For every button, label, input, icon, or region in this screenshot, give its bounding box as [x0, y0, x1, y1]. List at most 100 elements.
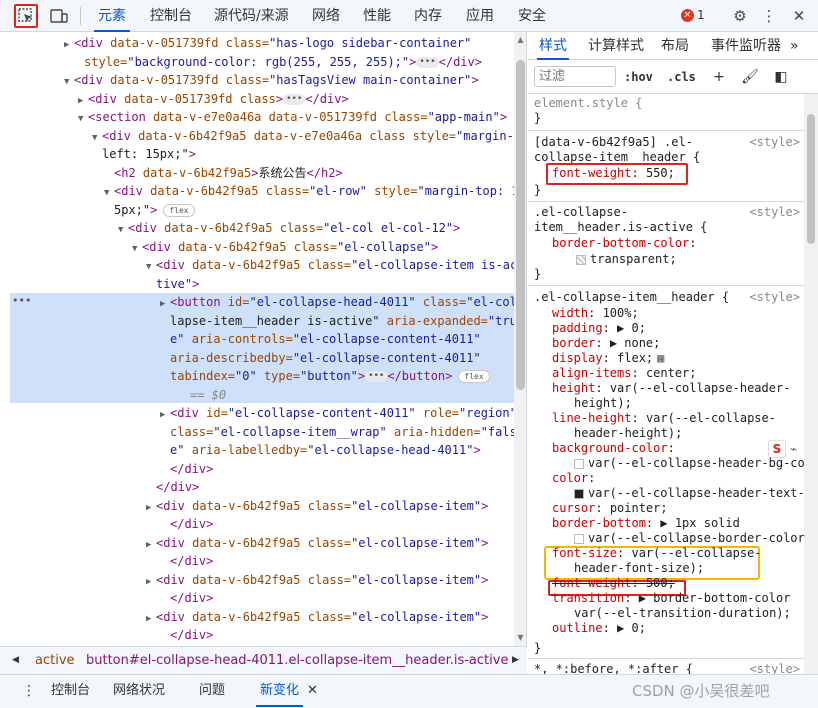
rule3-decl[interactable]: width: 100%; [552, 306, 818, 321]
transparent-swatch-icon[interactable] [576, 254, 586, 265]
breadcrumb-next-icon[interactable]: ▶ [512, 647, 519, 674]
tab-application[interactable]: 应用 [466, 0, 494, 32]
more-tabs-icon[interactable]: » [790, 32, 799, 60]
dom-node-line[interactable]: ▼ <div data-v-6b42f9a5 class="el-collapse… [132, 238, 526, 256]
error-counter[interactable]: ✕ 1 [681, 8, 705, 22]
scroll-down-icon[interactable]: ▼ [514, 632, 526, 644]
expand-right-icon[interactable]: ▶ [160, 406, 170, 424]
element-style-selector[interactable]: element.style { [534, 96, 800, 111]
rule3-decl[interactable]: border: ▶ none; [552, 336, 818, 351]
hover-state-button[interactable]: :hov [624, 66, 653, 88]
rule2-decl[interactable]: border-bottom-color: [552, 236, 818, 251]
tab-memory[interactable]: 内存 [414, 0, 442, 32]
dom-node-line[interactable]: == $0 [180, 386, 526, 404]
tab-elements[interactable]: 元素 [94, 0, 130, 32]
rule3-decl[interactable]: var(--el-collapse-border-color [574, 531, 818, 546]
expand-right-icon[interactable]: ▶ [64, 36, 74, 54]
flex-badge[interactable]: flex [163, 203, 195, 217]
rule3-decl[interactable]: transition: ▶ border-bottom-color [552, 591, 818, 606]
rule3-decl[interactable]: height: var(--el-collapse-header- [552, 381, 818, 396]
expand-right-icon[interactable]: ▶ [160, 295, 170, 313]
styles-scroll-thumb[interactable] [807, 114, 815, 244]
rule3-decl[interactable]: var(--el-collapse-header-bg-co [574, 456, 818, 471]
flexbox-editor-icon[interactable]: ▦ [657, 351, 664, 365]
expand-right-icon[interactable]: ▶ [146, 536, 156, 554]
class-toggle-button[interactable]: .cls [667, 66, 696, 88]
dom-node-line[interactable]: ▼ <div data-v-6b42f9a5 class="el-col el-c… [118, 219, 526, 237]
rule3-decl[interactable]: font-size: var(--el-collapse- [552, 546, 818, 561]
dom-node-line[interactable]: e" aria-labelledby="el-collapse-head-401… [160, 441, 526, 459]
device-toggle-button[interactable] [47, 4, 71, 28]
rule3-decl[interactable]: outline: ▶ 0; [552, 621, 818, 636]
dom-node-line[interactable]: 5px;"> flex [104, 201, 526, 219]
breadcrumb-item-button[interactable]: button#el-collapse-head-4011.el-collapse… [86, 647, 508, 674]
rule3-decl[interactable]: background-color: [552, 441, 818, 456]
expand-down-icon[interactable]: ▼ [92, 129, 102, 147]
add-rule-icon[interactable]: + [709, 66, 729, 88]
color-swatch-icon[interactable] [574, 488, 584, 499]
drawer-tab-close-icon[interactable]: ✕ [307, 675, 318, 707]
dom-node-line[interactable]: e" aria-controls="el-collapse-content-40… [160, 330, 526, 348]
dom-node-line[interactable]: ▶ <div data-v-051739fd class> ••• </div> [78, 90, 526, 110]
dom-node-line[interactable]: ▶ <div data-v-6b42f9a5 class="el-collapse… [146, 571, 526, 589]
dom-node-line[interactable]: ▶ <div id="el-collapse-content-4011" role… [160, 404, 526, 424]
dom-node-line[interactable]: ▶ <button id="el-collapse-head-4011" clas… [160, 293, 526, 313]
dom-node-line[interactable]: ▼ <div data-v-6b42f9a5 class="el-row" sty… [104, 182, 526, 202]
filter-input[interactable]: 过滤 [534, 66, 616, 87]
rule3-decl[interactable]: cursor: pointer; [552, 501, 818, 516]
more-options-button[interactable]: ⋮ [757, 4, 781, 28]
drawer-tab-issues[interactable]: 问题 [199, 675, 225, 707]
close-devtools-button[interactable]: ✕ [787, 4, 811, 28]
dom-node-line[interactable]: tabindex="0" type="button"> ••• </button> f… [160, 367, 526, 385]
dom-node-line[interactable]: ▶ <div data-v-6b42f9a5 class="el-collapse… [146, 534, 526, 554]
settings-button[interactable]: ⚙ [728, 4, 752, 28]
elements-scroll-thumb[interactable] [516, 60, 525, 390]
inspect-element-button[interactable] [14, 4, 38, 28]
breadcrumb-item-active[interactable]: active [35, 647, 75, 674]
rule3-decl[interactable]: header-height); [574, 426, 818, 441]
rule3-decl[interactable]: border-bottom: ▶ 1px solid [552, 516, 818, 531]
tab-event-listeners[interactable]: 事件监听器 [711, 32, 781, 60]
tab-network[interactable]: 网络 [312, 0, 340, 32]
breadcrumb-prev-icon[interactable]: ◀ [12, 647, 19, 674]
dom-node-line[interactable]: ▶ <div data-v-6b42f9a5 class="el-collapse… [146, 497, 526, 517]
dom-node-line[interactable]: lapse-item__header is-active" aria-expan… [160, 312, 526, 330]
dom-node-line[interactable]: ▶ <div data-v-051739fd class="has-logo si… [64, 34, 526, 54]
tab-layout[interactable]: 布局 [661, 32, 689, 60]
expand-down-icon[interactable]: ▼ [104, 184, 114, 202]
dom-node-line[interactable]: </div> [160, 515, 526, 533]
dom-node-line[interactable]: ▼ <div data-v-6b42f9a5 data-v-e7e0a46a cl… [92, 127, 526, 147]
tab-security[interactable]: 安全 [518, 0, 546, 32]
collapsed-content-icon[interactable]: ••• [416, 56, 439, 68]
dom-node-line[interactable]: left: 15px;"> [92, 145, 526, 163]
dom-node-line[interactable]: style="background-color: rgb(255, 255, 2… [74, 53, 526, 71]
rule2-origin[interactable]: <style> [749, 205, 800, 219]
flex-badge[interactable]: flex [458, 370, 490, 383]
collapsed-content-icon[interactable]: ••• [283, 93, 306, 105]
rule1-origin[interactable]: <style> [749, 135, 800, 149]
rule3-decl[interactable]: display: flex; ▦ [552, 351, 818, 366]
color-swatch-icon[interactable] [574, 533, 584, 544]
drawer-menu-icon[interactable]: ⋮ [22, 683, 36, 699]
dom-node-line[interactable]: <h2 data-v-6b42f9a5>系统公告</h2> [104, 164, 526, 182]
expand-down-icon[interactable]: ▼ [146, 258, 156, 276]
rule3-origin[interactable]: <style> [749, 290, 800, 304]
expand-right-icon[interactable]: ▶ [146, 499, 156, 517]
dom-node-line[interactable]: </div> [160, 626, 526, 644]
paint-brush-icon[interactable]: 🖌 [740, 66, 760, 88]
collapsed-content-icon[interactable]: ••• [365, 371, 388, 382]
dom-node-line[interactable]: ▼ <section data-v-e7e0a46a data-v-051739f… [78, 108, 526, 126]
rule3-decl[interactable]: align-items: center; [552, 366, 818, 381]
rule3-decl[interactable]: padding: ▶ 0; [552, 321, 818, 336]
expand-right-icon[interactable]: ▶ [146, 610, 156, 628]
rule4-origin[interactable]: <style> [749, 662, 800, 674]
color-swatch-icon[interactable] [574, 458, 584, 469]
rule3-decl[interactable]: font-weight: 500; [552, 576, 818, 591]
tab-console[interactable]: 控制台 [150, 0, 192, 32]
rule3-decl[interactable]: height); [574, 396, 818, 411]
tab-sources[interactable]: 源代码/来源 [214, 0, 289, 32]
dom-node-line[interactable]: </div> [146, 478, 526, 496]
dom-node-line[interactable]: </div> [160, 460, 526, 478]
drawer-tab-network-conditions[interactable]: 网络状况 [113, 675, 165, 707]
expand-right-icon[interactable]: ▶ [78, 92, 88, 110]
